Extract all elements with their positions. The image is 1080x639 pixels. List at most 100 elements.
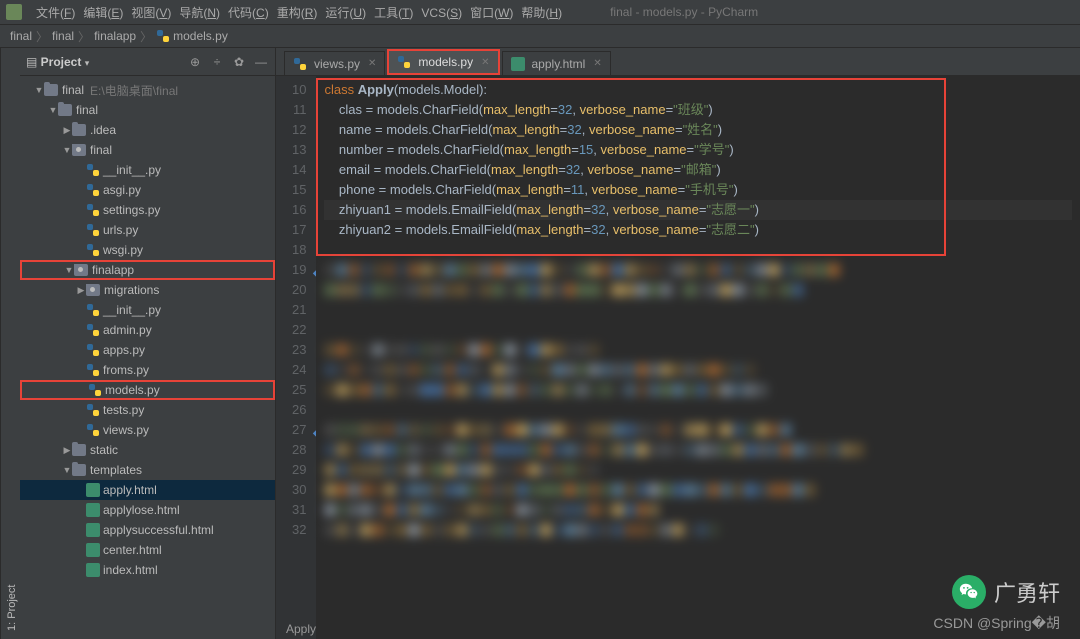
code-line-26[interactable] <box>324 400 1072 420</box>
code-line-29[interactable] <box>324 460 1072 480</box>
menu-item[interactable]: 视图(V) <box>127 4 175 22</box>
code-line-27[interactable] <box>324 420 1072 440</box>
py-file-icon <box>397 55 411 69</box>
project-sidebar: ▤ Project ▾ ⊕ ÷ ✿ — ▼finalE:\电脑桌面\final▼… <box>20 48 276 639</box>
breadcrumb-item[interactable]: final <box>10 29 32 43</box>
project-view-switcher[interactable]: ▤ Project ▾ <box>26 55 89 69</box>
breadcrumb-item[interactable]: models.py <box>156 29 228 44</box>
dir-icon <box>72 124 86 136</box>
code-line-18[interactable] <box>324 240 1072 260</box>
tree-item-apps.py[interactable]: apps.py <box>20 340 275 360</box>
close-tab-icon[interactable]: ✕ <box>368 58 376 69</box>
tree-item-apply.html[interactable]: apply.html <box>20 480 275 500</box>
tree-item-admin.py[interactable]: admin.py <box>20 320 275 340</box>
breadcrumb-item[interactable]: finalapp <box>94 29 136 43</box>
code-line-25[interactable] <box>324 380 1072 400</box>
menu-item[interactable]: 文件(F) <box>32 4 79 22</box>
code-line-13[interactable]: number = models.CharField(max_length=15,… <box>324 140 1072 160</box>
menu-item[interactable]: VCS(S) <box>417 4 466 22</box>
code-line-16[interactable]: zhiyuan1 = models.EmailField(max_length=… <box>324 200 1072 220</box>
menu-item[interactable]: 工具(T) <box>370 4 417 22</box>
credit-text: CSDN @Spring�胡 <box>933 613 1060 633</box>
target-icon[interactable]: ⊕ <box>187 54 203 70</box>
code-line-32[interactable] <box>324 520 1072 540</box>
html-icon <box>86 503 100 517</box>
editor-tab-views.py[interactable]: views.py✕ <box>284 51 385 75</box>
tree-item-froms.py[interactable]: froms.py <box>20 360 275 380</box>
pkg-icon <box>74 264 88 276</box>
tree-item-index.html[interactable]: index.html <box>20 560 275 580</box>
menu-item[interactable]: 帮助(H) <box>517 4 566 22</box>
settings-icon[interactable]: ✿ <box>231 54 247 70</box>
tree-item-final[interactable]: ▼final <box>20 140 275 160</box>
html-file-icon <box>511 57 525 71</box>
code-line-28[interactable] <box>324 440 1072 460</box>
editor-tab-models.py[interactable]: models.py✕ <box>387 49 499 75</box>
py-icon <box>86 343 100 357</box>
code-line-19[interactable] <box>324 260 1072 280</box>
py-icon <box>86 243 100 257</box>
breadcrumb-item[interactable]: final <box>52 29 74 43</box>
tree-item-asgi.py[interactable]: asgi.py <box>20 180 275 200</box>
pkg-icon <box>72 144 86 156</box>
code-line-22[interactable] <box>324 320 1072 340</box>
hide-icon[interactable]: — <box>253 54 269 70</box>
menu-item[interactable]: 导航(N) <box>175 4 224 22</box>
tree-item-models.py[interactable]: models.py <box>20 380 275 400</box>
py-icon <box>88 383 102 397</box>
code-content[interactable]: class Apply(models.Model): clas = models… <box>316 76 1080 639</box>
code-line-23[interactable] <box>324 340 1072 360</box>
html-icon <box>86 543 100 557</box>
project-tree[interactable]: ▼finalE:\电脑桌面\final▼final▶.idea▼final__i… <box>20 76 275 639</box>
tree-item-wsgi.py[interactable]: wsgi.py <box>20 240 275 260</box>
tree-item-__init__.py[interactable]: __init__.py <box>20 160 275 180</box>
editor-tab-apply.html[interactable]: apply.html✕ <box>502 51 611 75</box>
tool-window-tab-project[interactable]: 1: Project <box>0 48 20 639</box>
close-tab-icon[interactable]: ✕ <box>593 58 601 69</box>
tree-item-center.html[interactable]: center.html <box>20 540 275 560</box>
code-line-20[interactable] <box>324 280 1072 300</box>
dir-icon <box>72 444 86 456</box>
watermark: 广勇轩 <box>952 575 1060 609</box>
tree-item-finalapp[interactable]: ▼finalapp <box>20 260 275 280</box>
menu-item[interactable]: 重构(R) <box>273 4 322 22</box>
tree-item-static[interactable]: ▶static <box>20 440 275 460</box>
tree-item-urls.py[interactable]: urls.py <box>20 220 275 240</box>
tree-item-applysuccessful.html[interactable]: applysuccessful.html <box>20 520 275 540</box>
wechat-icon <box>952 575 986 609</box>
tree-item-.idea[interactable]: ▶.idea <box>20 120 275 140</box>
tree-item-views.py[interactable]: views.py <box>20 420 275 440</box>
menu-item[interactable]: 编辑(E) <box>79 4 127 22</box>
menu-bar: 文件(F)编辑(E)视图(V)导航(N)代码(C)重构(R)运行(U)工具(T)… <box>0 0 1080 24</box>
close-tab-icon[interactable]: ✕ <box>481 57 489 68</box>
tree-item-settings.py[interactable]: settings.py <box>20 200 275 220</box>
tree-item-applylose.html[interactable]: applylose.html <box>20 500 275 520</box>
line-gutter: 1011121314151617181920212223242526272829… <box>276 76 316 639</box>
code-line-21[interactable] <box>324 300 1072 320</box>
menu-item[interactable]: 运行(U) <box>321 4 370 22</box>
status-crumb[interactable]: Apply <box>276 619 326 639</box>
code-line-11[interactable]: clas = models.CharField(max_length=32, v… <box>324 100 1072 120</box>
tree-item-final[interactable]: ▼final <box>20 100 275 120</box>
menu-item[interactable]: 代码(C) <box>224 4 273 22</box>
menu-item[interactable]: 窗口(W) <box>466 4 517 22</box>
code-editor[interactable]: 1011121314151617181920212223242526272829… <box>276 76 1080 639</box>
code-line-31[interactable] <box>324 500 1072 520</box>
code-line-12[interactable]: name = models.CharField(max_length=32, v… <box>324 120 1072 140</box>
code-line-24[interactable] <box>324 360 1072 380</box>
code-line-10[interactable]: class Apply(models.Model): <box>324 80 1072 100</box>
collapse-icon[interactable]: ÷ <box>209 54 225 70</box>
pkg-icon <box>86 284 100 296</box>
py-icon <box>86 163 100 177</box>
dir-icon <box>58 104 72 116</box>
code-line-17[interactable]: zhiyuan2 = models.EmailField(max_length=… <box>324 220 1072 240</box>
tree-item-migrations[interactable]: ▶migrations <box>20 280 275 300</box>
sidebar-header: ▤ Project ▾ ⊕ ÷ ✿ — <box>20 48 275 76</box>
tree-item-templates[interactable]: ▼templates <box>20 460 275 480</box>
code-line-30[interactable] <box>324 480 1072 500</box>
tree-item-final[interactable]: ▼finalE:\电脑桌面\final <box>20 80 275 100</box>
tree-item-__init__.py[interactable]: __init__.py <box>20 300 275 320</box>
code-line-14[interactable]: email = models.CharField(max_length=32, … <box>324 160 1072 180</box>
tree-item-tests.py[interactable]: tests.py <box>20 400 275 420</box>
code-line-15[interactable]: phone = models.CharField(max_length=11, … <box>324 180 1072 200</box>
